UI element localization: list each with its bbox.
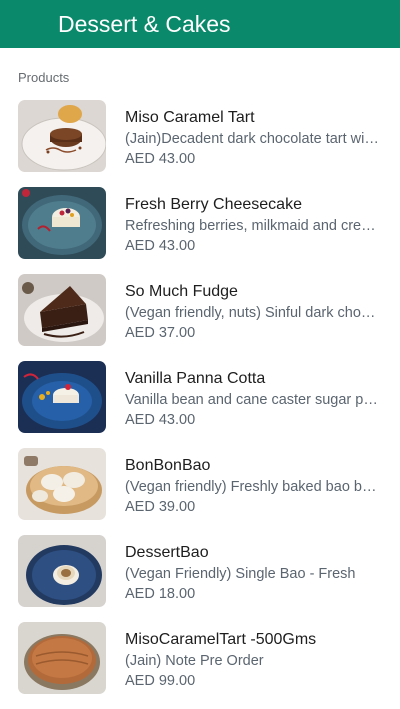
product-item[interactable]: Vanilla Panna Cotta Vanilla bean and can… xyxy=(0,361,400,448)
product-description: (Vegan friendly, nuts) Sinful dark choco… xyxy=(125,305,380,321)
product-item[interactable]: So Much Fudge (Vegan friendly, nuts) Sin… xyxy=(0,274,400,361)
product-price: AED 43.00 xyxy=(125,151,196,167)
app-header: Dessert & Cakes xyxy=(0,0,400,48)
product-price: AED 43.00 xyxy=(125,238,196,254)
product-price: AED 43.00 xyxy=(125,412,196,428)
product-price: AED 39.00 xyxy=(125,499,196,515)
product-name: MisoCaramelTart -500Gms xyxy=(125,631,317,648)
whole-tart-image xyxy=(18,622,106,694)
section-label: Products xyxy=(18,70,70,85)
product-description: (Jain) Note Pre Order xyxy=(125,653,264,669)
product-description: Refreshing berries, milkmaid and cream c… xyxy=(125,218,380,234)
cheesecake-image xyxy=(18,187,106,259)
product-item[interactable]: Miso Caramel Tart (Jain)Decadent dark ch… xyxy=(0,100,400,187)
tart-image xyxy=(18,100,106,172)
product-name: BonBonBao xyxy=(125,457,211,474)
product-item[interactable]: DessertBao (Vegan Friendly) Single Bao -… xyxy=(0,535,400,622)
product-list: Miso Caramel Tart (Jain)Decadent dark ch… xyxy=(0,100,400,709)
bao-plate-image xyxy=(18,535,106,607)
panna-cotta-image xyxy=(18,361,106,433)
product-item[interactable]: Fresh Berry Cheesecake Refreshing berrie… xyxy=(0,187,400,274)
product-price: AED 18.00 xyxy=(125,586,196,602)
fudge-cake-image xyxy=(18,274,106,346)
product-description: Vanilla bean and cane caster sugar panna… xyxy=(125,392,380,408)
product-description: (Jain)Decadent dark chocolate tart with … xyxy=(125,131,380,147)
product-name: Vanilla Panna Cotta xyxy=(125,370,266,387)
bao-basket-image xyxy=(18,448,106,520)
product-name: So Much Fudge xyxy=(125,283,238,300)
product-description: (Vegan Friendly) Single Bao - Fresh xyxy=(125,566,356,582)
product-name: DessertBao xyxy=(125,544,209,561)
product-item[interactable]: MisoCaramelTart -500Gms (Jain) Note Pre … xyxy=(0,622,400,709)
product-name: Miso Caramel Tart xyxy=(125,109,255,126)
product-price: AED 37.00 xyxy=(125,325,196,341)
product-description: (Vegan friendly) Freshly baked bao buns xyxy=(125,479,380,495)
product-price: AED 99.00 xyxy=(125,673,196,689)
page-title: Dessert & Cakes xyxy=(58,10,231,37)
product-name: Fresh Berry Cheesecake xyxy=(125,196,302,213)
product-item[interactable]: BonBonBao (Vegan friendly) Freshly baked… xyxy=(0,448,400,535)
